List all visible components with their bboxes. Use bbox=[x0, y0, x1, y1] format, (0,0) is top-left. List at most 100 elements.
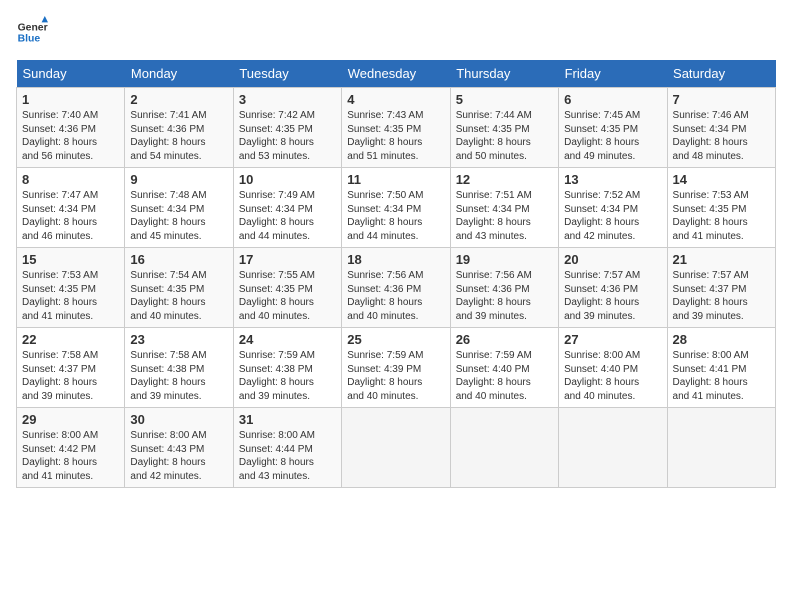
cell-text: Sunrise: 7:42 AMSunset: 4:35 PMDaylight:… bbox=[239, 110, 315, 162]
header-friday: Friday bbox=[559, 60, 667, 88]
day-number: 18 bbox=[347, 252, 444, 267]
cell-text: Sunrise: 7:46 AMSunset: 4:34 PMDaylight:… bbox=[673, 110, 749, 162]
cell-text: Sunrise: 7:57 AMSunset: 4:37 PMDaylight:… bbox=[673, 270, 749, 322]
cell-text: Sunrise: 7:50 AMSunset: 4:34 PMDaylight:… bbox=[347, 190, 423, 242]
calendar-cell: 9 Sunrise: 7:48 AMSunset: 4:34 PMDaylight… bbox=[125, 168, 233, 248]
calendar-header-row: SundayMondayTuesdayWednesdayThursdayFrid… bbox=[17, 60, 776, 88]
day-number: 28 bbox=[673, 332, 770, 347]
header-sunday: Sunday bbox=[17, 60, 125, 88]
cell-text: Sunrise: 7:58 AMSunset: 4:38 PMDaylight:… bbox=[130, 350, 206, 402]
calendar-cell: 28 Sunrise: 8:00 AMSunset: 4:41 PMDayligh… bbox=[667, 328, 775, 408]
cell-text: Sunrise: 7:55 AMSunset: 4:35 PMDaylight:… bbox=[239, 270, 315, 322]
cell-text: Sunrise: 8:00 AMSunset: 4:40 PMDaylight:… bbox=[564, 350, 640, 402]
calendar-cell: 4Sunrise: 7:43 AMSunset: 4:35 PMDaylight… bbox=[342, 88, 450, 168]
calendar-cell: 23 Sunrise: 7:58 AMSunset: 4:38 PMDayligh… bbox=[125, 328, 233, 408]
day-number: 14 bbox=[673, 172, 770, 187]
day-number: 25 bbox=[347, 332, 444, 347]
calendar-cell: 13 Sunrise: 7:52 AMSunset: 4:34 PMDayligh… bbox=[559, 168, 667, 248]
calendar-cell bbox=[667, 408, 775, 488]
calendar-cell: 7 Sunrise: 7:46 AMSunset: 4:34 PMDaylight… bbox=[667, 88, 775, 168]
cell-text: Sunrise: 7:47 AMSunset: 4:34 PMDaylight:… bbox=[22, 190, 98, 242]
calendar-cell bbox=[559, 408, 667, 488]
calendar-cell: 5Sunrise: 7:44 AMSunset: 4:35 PMDaylight… bbox=[450, 88, 558, 168]
cell-text: Sunrise: 7:57 AMSunset: 4:36 PMDaylight:… bbox=[564, 270, 640, 322]
svg-text:Blue: Blue bbox=[18, 34, 41, 45]
cell-text: Sunrise: 7:52 AMSunset: 4:34 PMDaylight:… bbox=[564, 190, 640, 242]
calendar-week-2: 8 Sunrise: 7:47 AMSunset: 4:34 PMDaylight… bbox=[17, 168, 776, 248]
calendar-cell bbox=[342, 408, 450, 488]
day-number: 29 bbox=[22, 412, 119, 427]
calendar-cell: 30 Sunrise: 8:00 AMSunset: 4:43 PMDayligh… bbox=[125, 408, 233, 488]
cell-text: Sunrise: 7:59 AMSunset: 4:39 PMDaylight:… bbox=[347, 350, 423, 402]
calendar-cell: 25 Sunrise: 7:59 AMSunset: 4:39 PMDayligh… bbox=[342, 328, 450, 408]
cell-text: Sunrise: 7:48 AMSunset: 4:34 PMDaylight:… bbox=[130, 190, 206, 242]
cell-text: Sunrise: 8:00 AMSunset: 4:42 PMDaylight:… bbox=[22, 430, 98, 482]
day-number: 16 bbox=[130, 252, 227, 267]
calendar-cell: 1Sunrise: 7:40 AMSunset: 4:36 PMDaylight… bbox=[17, 88, 125, 168]
day-number: 24 bbox=[239, 332, 336, 347]
day-number: 3 bbox=[239, 92, 336, 107]
calendar-cell: 26 Sunrise: 7:59 AMSunset: 4:40 PMDayligh… bbox=[450, 328, 558, 408]
calendar-cell: 22 Sunrise: 7:58 AMSunset: 4:37 PMDayligh… bbox=[17, 328, 125, 408]
cell-text: Sunrise: 7:51 AMSunset: 4:34 PMDaylight:… bbox=[456, 190, 532, 242]
cell-text: Sunrise: 7:59 AMSunset: 4:40 PMDaylight:… bbox=[456, 350, 532, 402]
calendar-cell: 17 Sunrise: 7:55 AMSunset: 4:35 PMDayligh… bbox=[233, 248, 341, 328]
cell-text: Sunrise: 7:40 AMSunset: 4:36 PMDaylight:… bbox=[22, 110, 98, 162]
day-number: 23 bbox=[130, 332, 227, 347]
logo: General Blue bbox=[16, 16, 48, 48]
cell-text: Sunrise: 7:56 AMSunset: 4:36 PMDaylight:… bbox=[347, 270, 423, 322]
day-number: 6 bbox=[564, 92, 661, 107]
calendar-cell: 15Sunrise: 7:53 AMSunset: 4:35 PMDayligh… bbox=[17, 248, 125, 328]
calendar-cell: 21Sunrise: 7:57 AMSunset: 4:37 PMDayligh… bbox=[667, 248, 775, 328]
cell-text: Sunrise: 7:53 AMSunset: 4:35 PMDaylight:… bbox=[22, 270, 98, 322]
calendar-cell bbox=[450, 408, 558, 488]
cell-text: Sunrise: 8:00 AMSunset: 4:41 PMDaylight:… bbox=[673, 350, 749, 402]
day-number: 31 bbox=[239, 412, 336, 427]
day-number: 20 bbox=[564, 252, 661, 267]
day-number: 26 bbox=[456, 332, 553, 347]
calendar-cell: 16 Sunrise: 7:54 AMSunset: 4:35 PMDayligh… bbox=[125, 248, 233, 328]
cell-text: Sunrise: 8:00 AMSunset: 4:43 PMDaylight:… bbox=[130, 430, 206, 482]
day-number: 11 bbox=[347, 172, 444, 187]
cell-text: Sunrise: 7:49 AMSunset: 4:34 PMDaylight:… bbox=[239, 190, 315, 242]
calendar-cell: 14Sunrise: 7:53 AMSunset: 4:35 PMDayligh… bbox=[667, 168, 775, 248]
calendar-cell: 31 Sunrise: 8:00 AMSunset: 4:44 PMDayligh… bbox=[233, 408, 341, 488]
cell-text: Sunrise: 7:54 AMSunset: 4:35 PMDaylight:… bbox=[130, 270, 206, 322]
calendar-cell: 12 Sunrise: 7:51 AMSunset: 4:34 PMDayligh… bbox=[450, 168, 558, 248]
calendar-week-4: 22 Sunrise: 7:58 AMSunset: 4:37 PMDayligh… bbox=[17, 328, 776, 408]
cell-text: Sunrise: 7:56 AMSunset: 4:36 PMDaylight:… bbox=[456, 270, 532, 322]
day-number: 27 bbox=[564, 332, 661, 347]
svg-text:General: General bbox=[18, 22, 48, 33]
header-monday: Monday bbox=[125, 60, 233, 88]
cell-text: Sunrise: 7:41 AMSunset: 4:36 PMDaylight:… bbox=[130, 110, 206, 162]
cell-text: Sunrise: 7:58 AMSunset: 4:37 PMDaylight:… bbox=[22, 350, 98, 402]
day-number: 5 bbox=[456, 92, 553, 107]
calendar-cell: 27 Sunrise: 8:00 AMSunset: 4:40 PMDayligh… bbox=[559, 328, 667, 408]
day-number: 22 bbox=[22, 332, 119, 347]
day-number: 13 bbox=[564, 172, 661, 187]
calendar-cell: 11 Sunrise: 7:50 AMSunset: 4:34 PMDayligh… bbox=[342, 168, 450, 248]
calendar-table: SundayMondayTuesdayWednesdayThursdayFrid… bbox=[16, 60, 776, 488]
day-number: 7 bbox=[673, 92, 770, 107]
day-number: 17 bbox=[239, 252, 336, 267]
day-number: 12 bbox=[456, 172, 553, 187]
calendar-week-5: 29 Sunrise: 8:00 AMSunset: 4:42 PMDayligh… bbox=[17, 408, 776, 488]
calendar-cell: 24 Sunrise: 7:59 AMSunset: 4:38 PMDayligh… bbox=[233, 328, 341, 408]
cell-text: Sunrise: 7:45 AMSunset: 4:35 PMDaylight:… bbox=[564, 110, 640, 162]
cell-text: Sunrise: 8:00 AMSunset: 4:44 PMDaylight:… bbox=[239, 430, 315, 482]
cell-text: Sunrise: 7:59 AMSunset: 4:38 PMDaylight:… bbox=[239, 350, 315, 402]
day-number: 9 bbox=[130, 172, 227, 187]
calendar-cell: 8 Sunrise: 7:47 AMSunset: 4:34 PMDaylight… bbox=[17, 168, 125, 248]
header-saturday: Saturday bbox=[667, 60, 775, 88]
day-number: 10 bbox=[239, 172, 336, 187]
calendar-cell: 18 Sunrise: 7:56 AMSunset: 4:36 PMDayligh… bbox=[342, 248, 450, 328]
calendar-week-1: 1Sunrise: 7:40 AMSunset: 4:36 PMDaylight… bbox=[17, 88, 776, 168]
day-number: 8 bbox=[22, 172, 119, 187]
header-wednesday: Wednesday bbox=[342, 60, 450, 88]
calendar-cell: 10 Sunrise: 7:49 AMSunset: 4:34 PMDayligh… bbox=[233, 168, 341, 248]
header-thursday: Thursday bbox=[450, 60, 558, 88]
calendar-cell: 2Sunrise: 7:41 AMSunset: 4:36 PMDaylight… bbox=[125, 88, 233, 168]
calendar-week-3: 15Sunrise: 7:53 AMSunset: 4:35 PMDayligh… bbox=[17, 248, 776, 328]
day-number: 30 bbox=[130, 412, 227, 427]
header-tuesday: Tuesday bbox=[233, 60, 341, 88]
